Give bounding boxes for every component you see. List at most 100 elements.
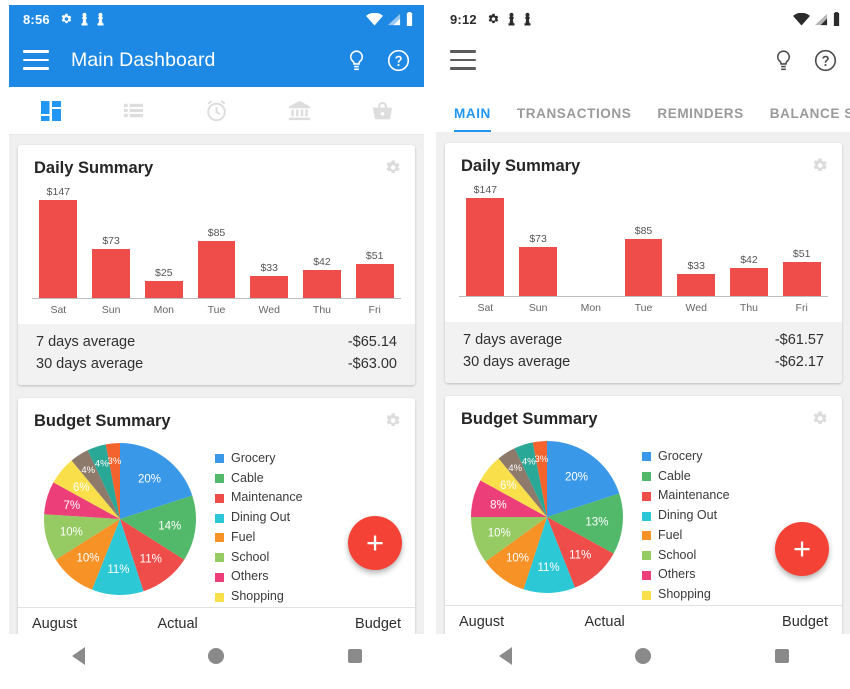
budget-actual-header: Actual — [584, 613, 625, 630]
lightbulb-icon[interactable] — [773, 49, 794, 72]
hamburger-icon[interactable] — [450, 50, 476, 70]
legend-item[interactable]: School — [642, 546, 730, 566]
tab-accounts[interactable] — [258, 98, 341, 123]
legend-item[interactable]: Maintenance — [642, 486, 730, 506]
tab-list[interactable] — [92, 99, 175, 122]
legend-item[interactable]: Dining Out — [215, 508, 303, 528]
summary-value: -$65.14 — [347, 334, 397, 350]
bar-category-label: Wed — [685, 302, 707, 314]
help-icon[interactable] — [387, 49, 410, 72]
legend-item[interactable]: School — [215, 548, 303, 568]
bar — [466, 198, 505, 296]
bar-value-label: $85 — [634, 224, 653, 237]
bar-column: $73 — [512, 184, 565, 296]
tab-balance-s[interactable]: BALANCE S — [770, 106, 850, 132]
hamburger-icon[interactable] — [23, 50, 49, 70]
legend-swatch — [642, 472, 651, 482]
tab-reminders[interactable] — [175, 98, 258, 123]
pie-slice-label: 20% — [565, 471, 588, 483]
bar-category-label: Mon — [153, 304, 175, 316]
summary-row: 30 days average -$62.17 — [463, 351, 824, 373]
back-button[interactable] — [9, 647, 147, 665]
android-nav-bar — [436, 634, 850, 678]
lightbulb-icon[interactable] — [346, 49, 367, 72]
gear-icon[interactable] — [810, 409, 829, 433]
pawn-icon — [507, 12, 516, 27]
budget-pie-chart: 20% 13% 11% 11% 10% 10% 8% 6% 4% 4% 3% — [461, 437, 636, 597]
gear-icon[interactable] — [810, 156, 829, 180]
budget-budget-header: Budget — [782, 613, 828, 630]
gear-icon — [486, 12, 500, 26]
legend-item[interactable]: Others — [642, 565, 730, 585]
bar — [729, 267, 768, 296]
tab-dashboard[interactable] — [9, 99, 92, 123]
pie-slice-label: 10% — [488, 527, 511, 539]
legend-item[interactable]: Cable — [642, 467, 730, 487]
pie-slice-label: 8% — [490, 499, 507, 511]
bar-category-label: Tue — [634, 302, 653, 314]
pie-slice-label: 11% — [107, 564, 129, 576]
tab-reminders[interactable]: REMINDERS — [657, 106, 758, 132]
add-button[interactable]: + — [775, 522, 829, 576]
pie-slice-label: 20% — [138, 473, 161, 485]
legend-item[interactable]: Grocery — [215, 449, 303, 469]
phone-screen-left: 8:56 Main Dashboard Daily Summary $147 $… — [9, 5, 424, 678]
summary-row: 7 days average -$65.14 — [36, 331, 397, 353]
legend-item[interactable]: Dining Out — [642, 506, 730, 526]
pie-legend: Grocery Cable Maintenance Dining Out Fuel Sch… — [209, 439, 303, 607]
android-nav-bar — [9, 634, 424, 678]
help-icon[interactable] — [814, 49, 837, 72]
legend-item[interactable]: Fuel — [215, 528, 303, 548]
legend-item[interactable]: Shopping — [642, 585, 730, 605]
pie-slice-label: 11% — [140, 554, 162, 566]
tab-transactions[interactable]: TRANSACTIONS — [517, 106, 646, 132]
text-tab-bar: MAIN TRANSACTIONS REMINDERS BALANCE S — [436, 87, 850, 133]
tab-main[interactable]: MAIN — [454, 106, 506, 132]
screenshot-canvas: 8:56 Main Dashboard Daily Summary $147 $… — [0, 0, 850, 689]
add-button[interactable]: + — [348, 516, 402, 570]
bar-value-label: $51 — [792, 247, 811, 260]
legend-item[interactable]: Grocery — [642, 447, 730, 467]
bar-column: $51 — [775, 184, 828, 296]
bar — [144, 281, 183, 298]
legend-label: Shopping — [658, 587, 711, 602]
app-bar: Main Dashboard — [9, 33, 424, 87]
recents-icon — [347, 649, 362, 663]
recents-button[interactable] — [286, 649, 424, 663]
recents-button[interactable] — [713, 649, 850, 663]
back-button[interactable] — [436, 647, 574, 665]
legend-label: Maintenance — [231, 490, 303, 505]
bar-value-label: $33 — [260, 261, 278, 274]
scroll-body[interactable]: Daily Summary $147 $73 $85 $33 $42 $51 Sat Sun… — [436, 133, 850, 634]
bar-chart-axis-labels: Sat Sun Mon Tue Wed Thu Fri — [459, 296, 828, 322]
card-title: Budget Summary — [34, 411, 171, 430]
pie-slice-label: 10% — [77, 553, 100, 565]
legend-item[interactable]: Maintenance — [215, 488, 303, 508]
legend-item[interactable]: Shopping — [215, 587, 303, 607]
tab-shopping[interactable] — [341, 98, 424, 123]
legend-label: Fuel — [658, 527, 683, 542]
legend-item[interactable]: Others — [215, 567, 303, 587]
bar-value-label: $51 — [365, 249, 384, 262]
gear-icon[interactable] — [383, 158, 402, 182]
summary-row: 30 days average -$63.00 — [36, 353, 397, 375]
bar-column: $33 — [670, 184, 723, 296]
budget-footer: August Actual Budget — [445, 604, 842, 634]
bar-value-label: $85 — [207, 226, 226, 239]
scroll-body[interactable]: Daily Summary $147 $73 $25 $85 $33 $42 $51 Sat… — [9, 135, 424, 634]
legend-item[interactable]: Cable — [215, 469, 303, 489]
summary-value: -$62.17 — [774, 354, 824, 371]
home-button[interactable] — [147, 648, 285, 664]
bar — [197, 240, 236, 298]
bar — [39, 200, 78, 298]
daily-bar-chart: $147 $73 $25 $85 $33 $42 $51 — [18, 180, 415, 298]
home-button[interactable] — [574, 648, 712, 664]
legend-label: Grocery — [231, 450, 276, 465]
legend-item[interactable]: Fuel — [642, 526, 730, 546]
summary-label: 30 days average — [36, 356, 144, 373]
summary-label: 30 days average — [463, 354, 571, 371]
bar-category-label: Fri — [368, 304, 381, 316]
pie-slice-label: 3% — [108, 456, 122, 467]
gear-icon[interactable] — [383, 411, 402, 435]
legend-swatch — [642, 590, 651, 600]
